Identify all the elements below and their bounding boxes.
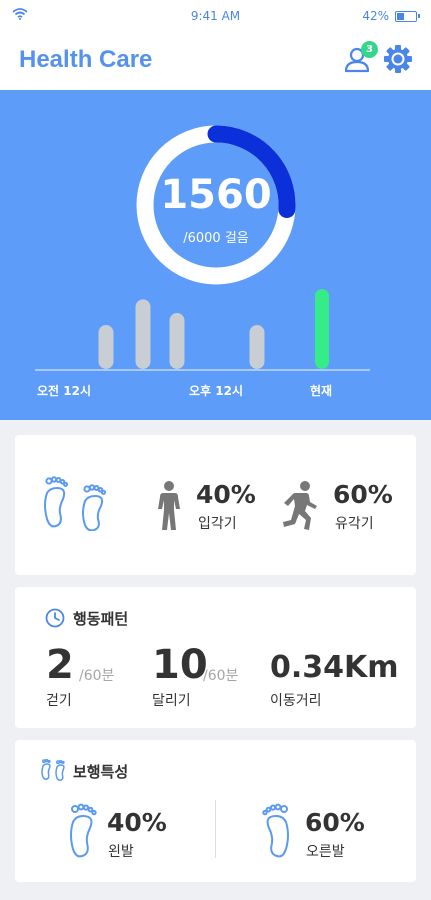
running-value: 10 [152,642,208,688]
behavior-pattern-card: 행동패턴 2 /60분 걷기 10 /60분 달리기 0.34Km 이동거리 [15,587,416,728]
app-header: Health Care 3 [0,32,431,90]
battery-icon [395,10,420,22]
activity-bar [135,299,151,369]
swing-phase-percent: 60% [333,480,393,509]
distance-value: 0.34Km [270,650,399,685]
running-person-icon [283,481,317,530]
running-label: 달리기 [152,693,191,709]
footprints-icon [41,759,65,781]
left-foot-label: 왼발 [108,844,134,860]
stand-phase-percent: 40% [196,480,256,509]
right-foot-icon [262,803,289,858]
status-bar: 9:41 AM 42% [0,0,431,32]
gear-icon[interactable] [383,44,413,74]
right-foot-label: 오른발 [306,844,345,860]
walking-unit: /60분 [79,668,115,684]
step-summary-panel: 1560 /6000 걸음 오전 12시 오후 12시 현재 [0,90,431,420]
pattern-title: 행동패턴 [73,610,129,628]
right-foot-percent: 60% [305,808,365,837]
standing-person-icon [158,481,180,530]
activity-bar [169,313,185,369]
time-label-am: 오전 12시 [37,384,91,398]
gait-characteristics-card: 보행특성 40% 왼발 60% 오른발 [15,740,416,882]
notification-badge: 3 [361,41,378,58]
gait-divider [215,800,216,858]
app-title: Health Care [19,46,153,73]
walking-value: 2 [46,642,74,688]
stance-phase-card: 40% 입각기 60% 유각기 [15,435,416,575]
time-label-pm: 오후 12시 [189,384,243,398]
swing-phase-label: 유각기 [335,516,374,532]
running-unit: /60분 [203,668,239,684]
clock-icon [45,608,65,628]
left-foot-percent: 40% [107,808,167,837]
time-label-now: 현재 [310,384,333,398]
activity-bar [98,325,114,369]
walking-label: 걷기 [46,693,72,709]
left-foot-icon [70,803,97,858]
activity-bar-chart [35,289,370,371]
activity-bar [249,325,265,369]
stand-phase-label: 입각기 [198,516,237,532]
activity-bar-current [315,289,329,369]
battery-percent: 42% [362,9,389,23]
distance-label: 이동거리 [270,693,322,709]
feet-icon [44,476,107,531]
gait-title: 보행특성 [73,763,129,781]
